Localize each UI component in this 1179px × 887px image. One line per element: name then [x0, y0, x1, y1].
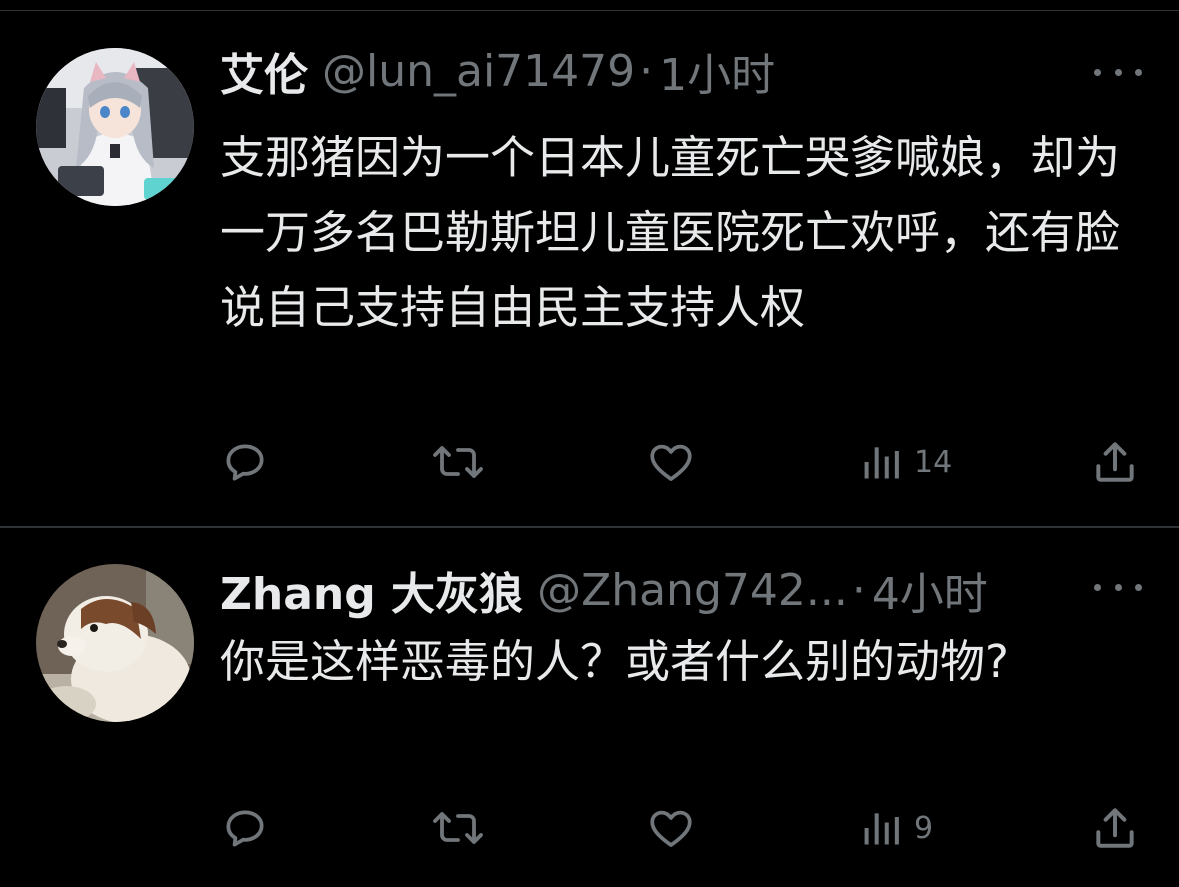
- views-count: 14: [914, 444, 953, 480]
- tweet-actions: 14: [0, 432, 1179, 492]
- reply-button[interactable]: [220, 432, 270, 492]
- views-count: 9: [914, 810, 934, 846]
- avatar[interactable]: [36, 48, 194, 206]
- display-name[interactable]: 艾伦: [220, 39, 308, 103]
- share-icon: [1096, 442, 1134, 482]
- heart-icon: [650, 810, 692, 847]
- reply-icon: [226, 810, 264, 847]
- retweet-icon: [433, 446, 483, 478]
- more-options-button[interactable]: [1094, 58, 1142, 86]
- timestamp[interactable]: 1小时: [659, 39, 775, 103]
- more-options-button[interactable]: [1094, 573, 1142, 601]
- tweet[interactable]: Zhang 大灰狼 @Zhang742... · 4小时 你是这样恶毒的人？或者…: [0, 528, 1179, 887]
- retweet-icon: [433, 812, 483, 844]
- tweet-text: 支那猪因为一个日本儿童死亡哭爹喊娘，却为一万多名巴勒斯坦儿童医院死亡欢呼，还有脸…: [220, 131, 1121, 334]
- tweet-text: 你是这样恶毒的人？或者什么别的动物?: [220, 635, 1009, 688]
- share-icon: [1096, 808, 1134, 848]
- puppy-avatar-image: [36, 564, 194, 722]
- like-button[interactable]: [645, 798, 697, 858]
- header-separator: ·: [639, 45, 654, 97]
- user-handle[interactable]: @Zhang742...: [537, 565, 848, 616]
- heart-icon: [650, 444, 692, 481]
- tweet-header: Zhang 大灰狼 @Zhang742... · 4小时: [220, 558, 988, 622]
- timestamp[interactable]: 4小时: [872, 558, 988, 622]
- retweet-button[interactable]: [430, 798, 486, 858]
- retweet-button[interactable]: [430, 432, 486, 492]
- more-icon: [1094, 68, 1101, 76]
- reply-button[interactable]: [220, 798, 270, 858]
- tweet-header: 艾伦 @lun_ai71479 · 1小时: [220, 39, 775, 103]
- header-separator: ·: [851, 564, 866, 616]
- share-button[interactable]: [1090, 798, 1140, 858]
- more-icon: [1094, 583, 1101, 591]
- tweet-actions: 9: [0, 798, 1179, 858]
- user-handle[interactable]: @lun_ai71479: [322, 46, 635, 97]
- views-button[interactable]: 9: [860, 798, 933, 858]
- views-button[interactable]: 14: [860, 432, 952, 492]
- avatar[interactable]: [36, 564, 194, 722]
- display-name[interactable]: Zhang 大灰狼: [220, 558, 523, 622]
- views-icon: [864, 813, 899, 845]
- anime-girl-avatar-image: [36, 48, 194, 206]
- views-icon: [864, 447, 899, 479]
- share-button[interactable]: [1090, 432, 1140, 492]
- like-button[interactable]: [645, 432, 697, 492]
- tweet[interactable]: 艾伦 @lun_ai71479 · 1小时 支那猪因为一个日本儿童死亡哭爹喊娘，…: [0, 11, 1179, 526]
- reply-icon: [226, 444, 264, 481]
